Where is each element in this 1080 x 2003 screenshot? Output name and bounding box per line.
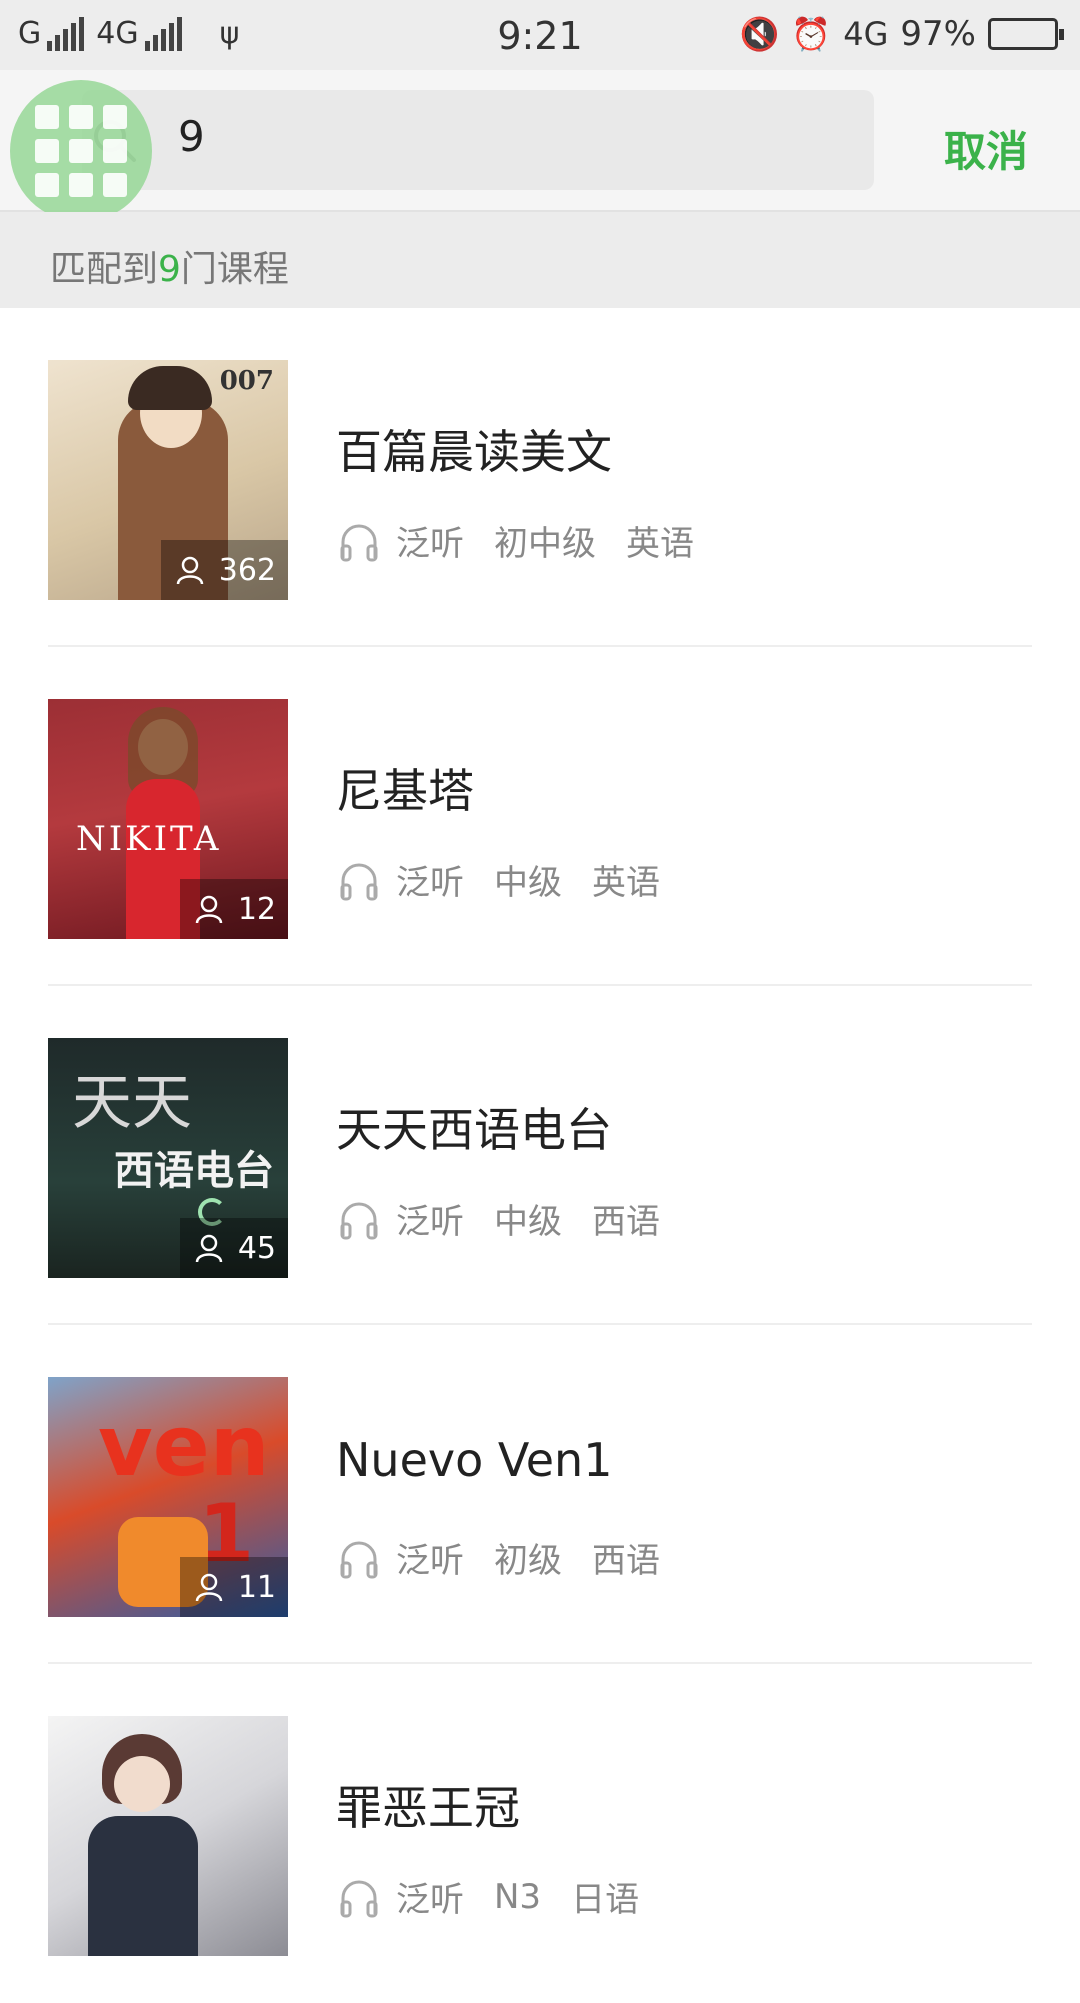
course-cover: ven 1 11 [48,1377,288,1617]
course-tags: 泛听 初级 西语 [338,1533,660,1582]
person-icon [176,556,203,585]
battery-percent: 97% [900,14,976,54]
tag-type: 泛听 [396,1541,464,1581]
course-cover: 天天 西语电台 45 [48,1038,288,1278]
search-input[interactable]: 9 [82,90,874,190]
learner-count: 12 [179,879,288,939]
cover-text-2: 西语电台 [114,1147,274,1194]
search-query[interactable]: 9 [178,112,205,161]
learner-number: 362 [218,552,276,588]
tag-type: 泛听 [396,1202,464,1242]
tag-level: 中级 [494,863,562,903]
course-cover [48,1716,288,1956]
cover-text: 007 [219,366,274,396]
status-bar: G 4G ψ 9:21 🔇 ⏰ 4G 97% [0,0,1080,70]
result-count: 匹配到9门课程 [0,212,1080,308]
person-icon [195,1234,223,1263]
tag-language: 日语 [571,1880,640,1920]
network-right-label: 4G [843,15,889,53]
cancel-button[interactable]: 取消 [944,118,1028,179]
alarm-icon: ⏰ [791,15,832,53]
learner-count: 45 [179,1218,288,1278]
course-item[interactable]: ven 1 11 Nuevo Ven1 泛听 初级 西语 [48,1325,1032,1664]
course-tags: 泛听 中级 西语 [338,1194,660,1243]
learner-count: 362 [160,540,288,600]
tag-type: 泛听 [396,1880,464,1920]
headphone-icon [340,863,378,900]
mute-icon: 🔇 [739,15,780,53]
cover-text: 天天 [72,1068,192,1138]
course-list: 007 362 百篇晨读美文 泛听 初中级 英语 NIKITA 12 尼基塔 泛… [0,308,1080,2003]
grid-icon [35,105,127,197]
course-title: 百篇晨读美文 [336,425,612,479]
result-prefix: 匹配到 [50,249,159,290]
cover-text: NIKITA [76,819,222,859]
tag-language: 西语 [592,1202,660,1242]
result-suffix: 门课程 [180,249,289,290]
headphone-icon [340,524,378,561]
learner-number: 11 [237,1569,276,1605]
course-tags: 泛听 N3 日语 [338,1872,639,1921]
course-item[interactable]: NIKITA 12 尼基塔 泛听 中级 英语 [48,647,1032,986]
course-title: 天天西语电台 [336,1103,612,1157]
tag-level: 初级 [494,1541,562,1581]
tag-level: 初中级 [494,524,596,564]
course-tags: 泛听 初中级 英语 [338,516,694,565]
battery-icon [988,18,1064,50]
floating-grid-button[interactable] [10,80,152,222]
course-cover: 007 362 [48,360,288,600]
cover-text: ven [98,1397,270,1495]
course-item[interactable]: 天天 西语电台 45 天天西语电台 泛听 中级 西语 [48,986,1032,1325]
course-title: Nuevo Ven1 [336,1433,613,1487]
course-item[interactable]: 007 362 百篇晨读美文 泛听 初中级 英语 [48,308,1032,647]
learner-number: 12 [237,891,276,927]
cover-image [48,1716,288,1956]
learner-count: 11 [179,1557,288,1617]
course-cover: NIKITA 12 [48,699,288,939]
search-header: 9 取消 [0,70,1080,212]
course-tags: 泛听 中级 英语 [338,855,660,904]
headphone-icon [340,1541,378,1578]
headphone-icon [340,1202,378,1239]
headphone-icon [340,1880,378,1917]
result-number: 9 [158,249,181,290]
tag-type: 泛听 [396,863,464,903]
learner-number: 45 [237,1230,276,1266]
course-title: 尼基塔 [336,764,474,818]
tag-type: 泛听 [396,524,464,564]
tag-level: N3 [494,1876,542,1917]
tag-language: 英语 [592,863,660,903]
course-item[interactable]: 罪恶王冠 泛听 N3 日语 [48,1664,1032,2003]
tag-language: 英语 [626,524,694,564]
person-icon [195,895,223,924]
course-title: 罪恶王冠 [336,1781,520,1835]
tag-level: 中级 [494,1202,562,1242]
status-right: 🔇 ⏰ 4G 97% [739,14,1064,54]
tag-language: 西语 [592,1541,660,1581]
person-icon [195,1573,223,1602]
